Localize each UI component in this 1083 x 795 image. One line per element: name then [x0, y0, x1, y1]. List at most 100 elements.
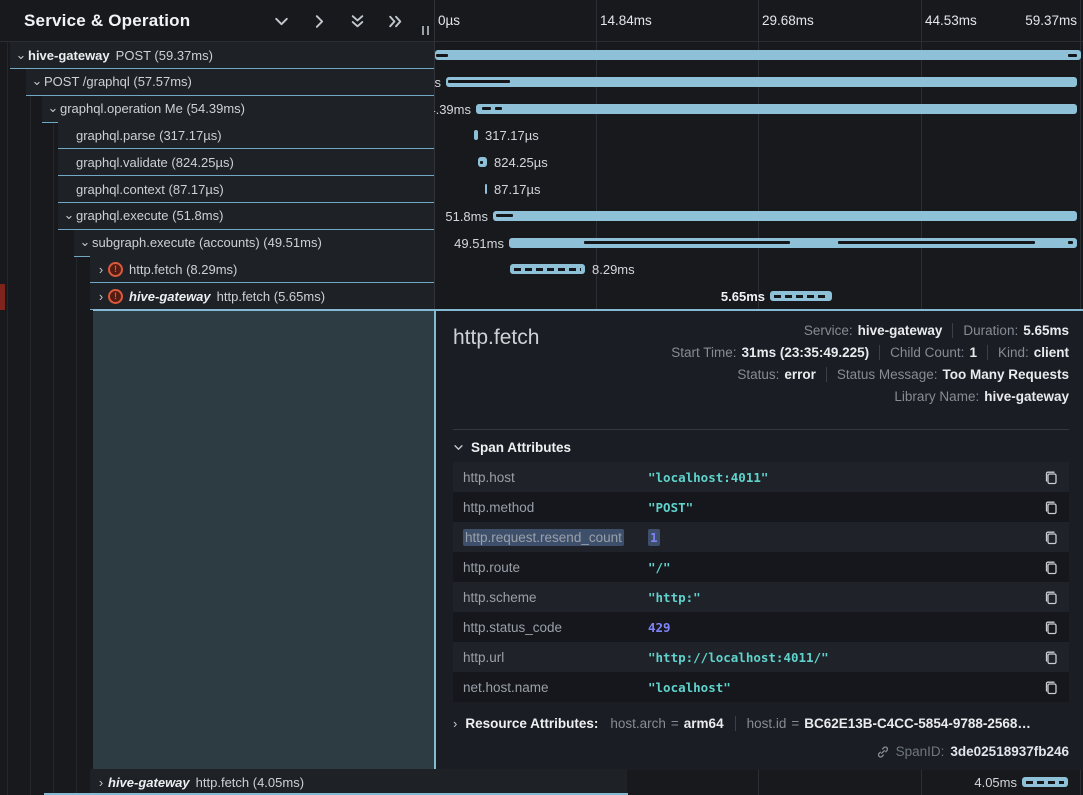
child-span-marker [1068, 54, 1077, 57]
span-timeline-cell[interactable]: 51.8ms [434, 203, 1083, 230]
span-timeline-cell[interactable] [434, 42, 1083, 69]
duration-bar[interactable] [509, 238, 1077, 248]
child-span-marker [838, 241, 1035, 244]
resource-key: host.arch [610, 716, 666, 731]
span-id-label: SpanID: [896, 744, 945, 759]
span-timeline-cell[interactable]: 49.51ms [434, 230, 1083, 257]
span-name-cell[interactable]: graphql.parse (317.17µs) [58, 122, 434, 149]
copy-icon[interactable] [1043, 619, 1059, 635]
attribute-row: http.route"/" [453, 552, 1069, 582]
span-id-row: SpanID: 3de02518937fb246 [876, 744, 1069, 759]
attribute-value: "http:" [648, 590, 1043, 605]
chevron-down-icon[interactable] [273, 13, 290, 30]
resource-attributes-row[interactable]: › Resource Attributes: host.arch=arm64ho… [453, 716, 1073, 731]
duration-bar[interactable] [446, 77, 1077, 87]
attribute-row: net.host.name"localhost" [453, 672, 1069, 702]
collapse-chevron-icon[interactable]: ⌄ [46, 101, 60, 114]
span-row[interactable]: graphql.parse (317.17µs)317.17µs [0, 122, 1083, 149]
bar-duration-label: 54.39ms [434, 102, 471, 117]
span-name-cell[interactable]: ›!http.fetch (8.29ms) [90, 256, 434, 283]
chevron-right-icon: › [453, 716, 457, 731]
child-span-marker [448, 80, 510, 83]
duration-bar[interactable] [770, 291, 832, 301]
duration-bar[interactable] [476, 104, 1077, 114]
span-name-cell[interactable]: ⌄hive-gatewayPOST (59.37ms) [10, 42, 434, 69]
bar-duration-label: 4.05ms [974, 775, 1017, 790]
service-operation-header: Service & Operation [0, 0, 434, 42]
expand-chevron-icon[interactable]: › [94, 290, 108, 303]
copy-icon[interactable] [1043, 679, 1059, 695]
copy-icon[interactable] [1043, 499, 1059, 515]
span-name-cell[interactable]: graphql.context (87.17µs) [58, 176, 434, 203]
span-name-cell[interactable]: ⌄POST /graphql (57.57ms) [26, 69, 434, 96]
overview-label: Library Name: [894, 389, 979, 404]
chevron-right-icon[interactable] [311, 13, 328, 30]
attribute-value: 429 [648, 620, 1043, 635]
span-timeline-cell[interactable]: 317.17µs [434, 122, 1083, 149]
span-attributes-header[interactable]: Span Attributes [453, 440, 571, 455]
collapse-chevron-icon[interactable]: ⌄ [62, 208, 76, 221]
overview-label: Status Message: [837, 367, 938, 382]
span-timeline-cell[interactable]: 8.29ms [434, 256, 1083, 283]
span-name-cell[interactable]: ⌄subgraph.execute (accounts) (49.51ms) [74, 230, 434, 257]
span-timeline-cell[interactable]: 54.39ms [434, 96, 1083, 123]
attribute-key: http.route [463, 560, 648, 575]
overview-value: error [784, 367, 816, 382]
span-timeline-cell[interactable]: 57.57ms [434, 69, 1083, 96]
attribute-key: http.url [463, 650, 648, 665]
span-name-cell[interactable]: graphql.validate (824.25µs) [58, 149, 434, 176]
expand-chevron-icon[interactable]: › [94, 776, 108, 789]
span-timeline-cell[interactable]: 87.17µs [434, 176, 1083, 203]
span-name-cell[interactable]: ⌄graphql.operation Me (54.39ms) [42, 96, 434, 123]
span-timeline-cell[interactable]: 4.05ms [434, 769, 1083, 795]
attribute-value: "localhost" [648, 680, 1043, 695]
duration-bar[interactable] [510, 264, 585, 274]
expand-chevron-icon[interactable]: › [94, 263, 108, 276]
overview-label: Service: [804, 323, 853, 338]
bar-duration-label: 8.29ms [592, 262, 635, 277]
divider [453, 429, 1069, 430]
link-icon[interactable] [876, 745, 890, 759]
span-row[interactable]: ⌄POST /graphql (57.57ms)57.57ms [0, 69, 1083, 96]
attribute-key: http.status_code [463, 620, 648, 635]
duration-bar[interactable] [435, 50, 1081, 60]
span-row[interactable]: ⌄graphql.operation Me (54.39ms)54.39ms [0, 96, 1083, 123]
span-name-cell[interactable]: ›!hive-gatewayhttp.fetch (5.65ms) [90, 283, 434, 310]
span-row[interactable]: ›hive-gatewayhttp.fetch (4.05ms)4.05ms [0, 769, 1083, 795]
overview-line: Status:errorStatus Message:Too Many Requ… [599, 363, 1069, 385]
duration-bar[interactable] [485, 184, 487, 194]
resize-grip[interactable] [422, 26, 429, 35]
span-row[interactable]: ›!http.fetch (8.29ms) 8.29ms [0, 256, 1083, 283]
span-timeline-cell[interactable]: 5.65ms [434, 283, 1083, 310]
child-span-marker [495, 107, 502, 110]
overview-item: Child Count:1 [879, 345, 977, 360]
span-row[interactable]: ⌄graphql.execute (51.8ms)51.8ms [0, 203, 1083, 230]
copy-icon[interactable] [1043, 529, 1059, 545]
span-row[interactable]: graphql.context (87.17µs)87.17µs [0, 176, 1083, 203]
duration-bar[interactable] [478, 157, 487, 167]
copy-icon[interactable] [1043, 559, 1059, 575]
span-row[interactable]: ›!hive-gatewayhttp.fetch (5.65ms)5.65ms [0, 283, 1083, 310]
double-chevron-down-icon[interactable] [349, 13, 366, 30]
span-service-name: hive-gateway [28, 48, 110, 63]
span-row[interactable]: graphql.validate (824.25µs)824.25µs [0, 149, 1083, 176]
overview-item: Status:error [737, 367, 816, 382]
span-row[interactable]: ⌄hive-gatewayPOST (59.37ms) [0, 42, 1083, 69]
duration-bar[interactable] [1022, 777, 1068, 787]
child-span-marker [1068, 241, 1073, 244]
span-timeline-cell[interactable]: 824.25µs [434, 149, 1083, 176]
collapse-chevron-icon[interactable]: ⌄ [78, 235, 92, 248]
copy-icon[interactable] [1043, 589, 1059, 605]
double-chevron-right-icon[interactable] [387, 13, 404, 30]
span-operation-label: subgraph.execute (accounts) (49.51ms) [92, 235, 322, 250]
span-row[interactable]: ⌄subgraph.execute (accounts) (49.51ms)49… [0, 230, 1083, 257]
copy-icon[interactable] [1043, 469, 1059, 485]
collapse-chevron-icon[interactable]: ⌄ [30, 74, 44, 87]
attribute-row: http.status_code429 [453, 612, 1069, 642]
timeline-tick: 44.53ms [925, 13, 977, 28]
duration-bar[interactable] [493, 211, 1077, 221]
copy-icon[interactable] [1043, 649, 1059, 665]
duration-bar[interactable] [474, 130, 478, 140]
span-name-cell[interactable]: ⌄graphql.execute (51.8ms) [58, 203, 434, 230]
collapse-chevron-icon[interactable]: ⌄ [14, 48, 28, 61]
